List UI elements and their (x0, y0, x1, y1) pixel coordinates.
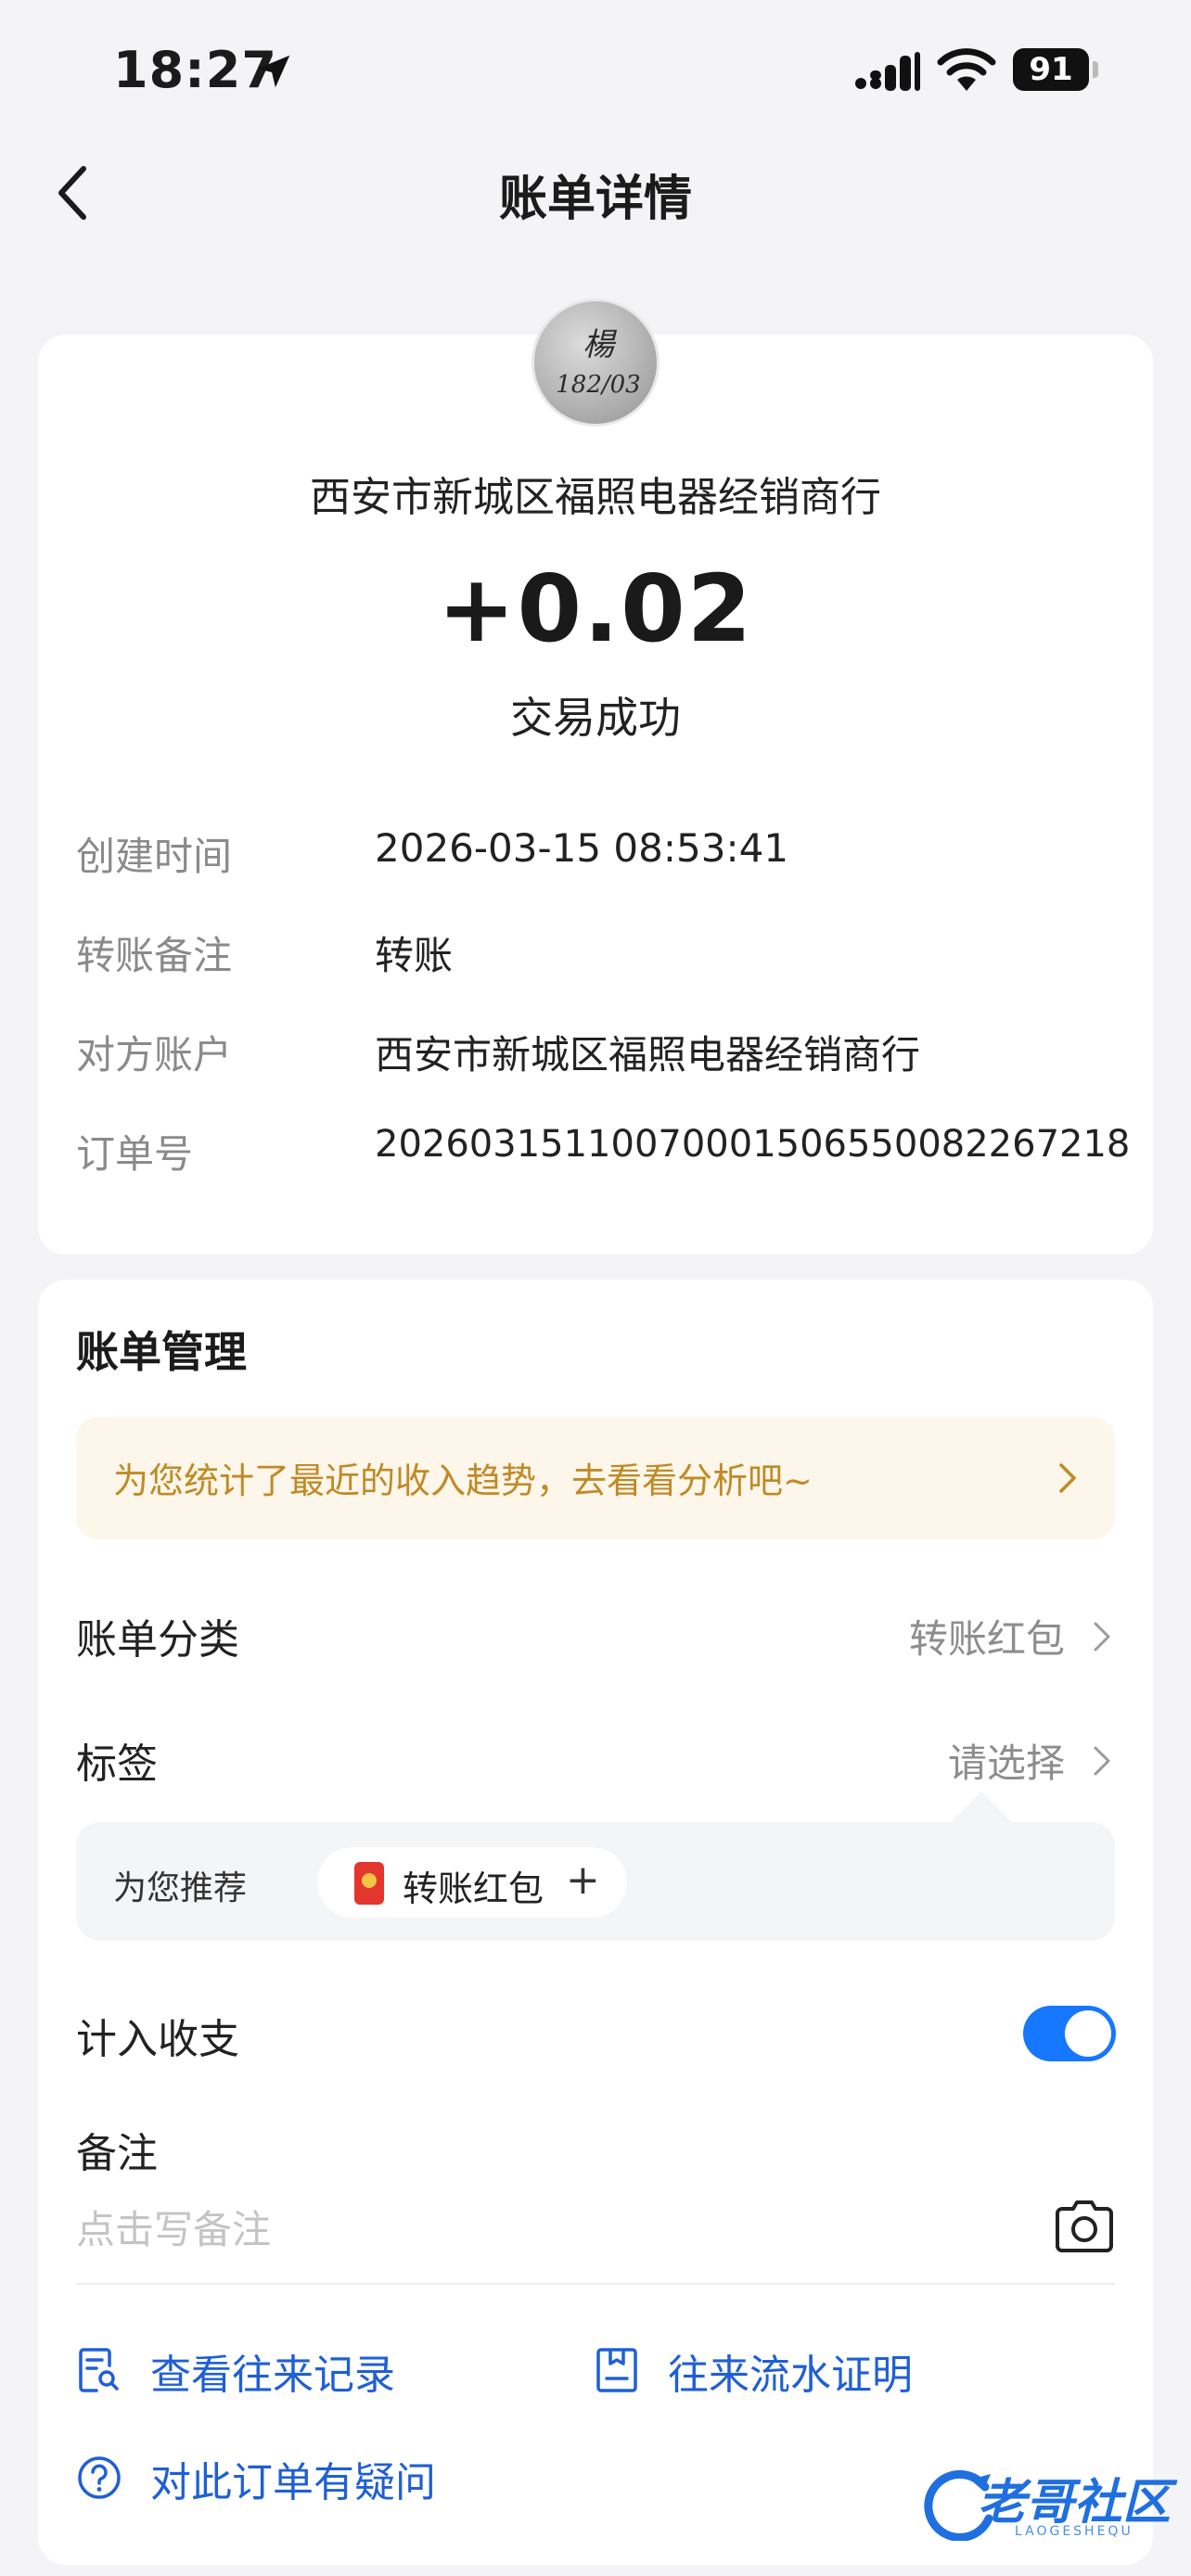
detail-value: 2026-03-15 08:53:41 (375, 825, 789, 871)
chevron-right-icon (1059, 1463, 1076, 1493)
camera-icon[interactable] (1055, 2200, 1114, 2253)
trend-banner-text: 为您统计了最近的收入趋势，去看看分析吧~ (113, 1460, 813, 1501)
watermark-text: 老哥社区 (978, 2475, 1172, 2531)
detail-row-created-time: 创建时间 2026-03-15 08:53:41 (76, 825, 1133, 881)
bill-detail-page: 18:27 91 账单详情 楊 182/03 西安市新城区福照电器经销商行 +0… (0, 0, 1191, 2576)
battery-indicator: 91 (1013, 48, 1098, 91)
recommend-pointer (948, 1792, 1015, 1825)
bill-category-label: 账单分类 (76, 1616, 239, 1664)
order-question-text: 对此订单有疑问 (150, 2459, 436, 2506)
document-certificate-icon (596, 2348, 637, 2392)
status-bar: 18:27 91 (0, 0, 1191, 139)
watermark-subtext: LAOGESHEQU (1015, 2524, 1133, 2539)
bill-category-value: 转账红包 (908, 1616, 1065, 1662)
merchant-avatar[interactable]: 楊 182/03 (531, 299, 660, 427)
battery-level: 91 (1029, 51, 1073, 88)
view-history-link[interactable]: 查看往来记录 (76, 2341, 447, 2399)
divider (76, 2283, 1115, 2285)
include-in-stats-toggle[interactable] (1023, 2006, 1116, 2061)
tag-recommendation-panel: 为您推荐 转账红包 + (76, 1822, 1115, 1941)
detail-value: 西安市新城区福照电器经销商行 (375, 1032, 921, 1078)
note-input[interactable] (76, 2201, 911, 2257)
detail-label: 转账备注 (76, 933, 233, 978)
include-in-stats-row: 计入收支 (76, 2006, 1115, 2071)
chip-label: 转账红包 (403, 1868, 544, 1909)
red-envelope-seal (362, 1873, 377, 1888)
chevron-right-icon (1094, 1622, 1110, 1651)
order-question-link[interactable]: 对此订单有疑问 (76, 2449, 521, 2506)
community-watermark-logo: 老哥社区 LAOGESHEQU (924, 2459, 1184, 2548)
svg-text:182/03: 182/03 (556, 371, 640, 399)
order-number-value[interactable]: 20260315110070001506550082267218 (375, 1123, 1130, 1166)
detail-row-counterparty: 对方账户 西安市新城区福照电器经销商行 (76, 1024, 1133, 1079)
detail-row-transfer-note: 转账备注 转账 (76, 925, 1133, 980)
detail-label: 对方账户 (76, 1032, 233, 1078)
record-search-icon (79, 2348, 119, 2392)
chevron-right-icon (1094, 1746, 1110, 1776)
include-in-stats-label: 计入收支 (76, 2016, 239, 2063)
tag-label: 标签 (76, 1741, 158, 1788)
section-title: 账单管理 (76, 1327, 247, 1377)
transaction-proof-text: 往来流水证明 (668, 2352, 913, 2399)
add-tag-icon[interactable]: + (566, 1856, 600, 1904)
income-trend-banner[interactable]: 为您统计了最近的收入趋势，去看看分析吧~ (76, 1417, 1115, 1539)
detail-value: 转账 (375, 933, 454, 978)
detail-row-order-number[interactable]: 订单号 20260315110070001506550082267218 (76, 1123, 1133, 1179)
recommended-tag-chip[interactable]: 转账红包 + (317, 1847, 627, 1918)
toggle-knob (1065, 2010, 1111, 2057)
note-label: 备注 (76, 2130, 158, 2177)
transaction-amount: +0.02 (437, 555, 754, 663)
location-arrow-icon (257, 55, 290, 88)
tag-row[interactable]: 标签 请选择 (76, 1730, 1115, 1795)
page-title: 账单详情 (498, 172, 692, 227)
transaction-proof-link[interactable]: 往来流水证明 (594, 2341, 965, 2399)
avatar-handwriting: 楊 182/03 (556, 326, 640, 399)
battery-tip (1093, 61, 1098, 78)
detail-label: 订单号 (76, 1131, 194, 1177)
view-history-text: 查看往来记录 (150, 2352, 395, 2399)
detail-label: 创建时间 (76, 834, 233, 879)
red-envelope-icon (354, 1862, 384, 1905)
transaction-status: 交易成功 (510, 693, 681, 743)
bill-category-row[interactable]: 账单分类 转账红包 (76, 1606, 1115, 1671)
cellular-signal-icon (855, 52, 920, 91)
merchant-name: 西安市新城区福照电器经销商行 (310, 474, 881, 521)
wifi-icon (937, 48, 996, 91)
tag-value: 请选择 (947, 1741, 1065, 1786)
recommend-label: 为您推荐 (113, 1869, 248, 1907)
question-circle-icon (78, 2456, 121, 2499)
svg-text:楊: 楊 (583, 326, 618, 363)
